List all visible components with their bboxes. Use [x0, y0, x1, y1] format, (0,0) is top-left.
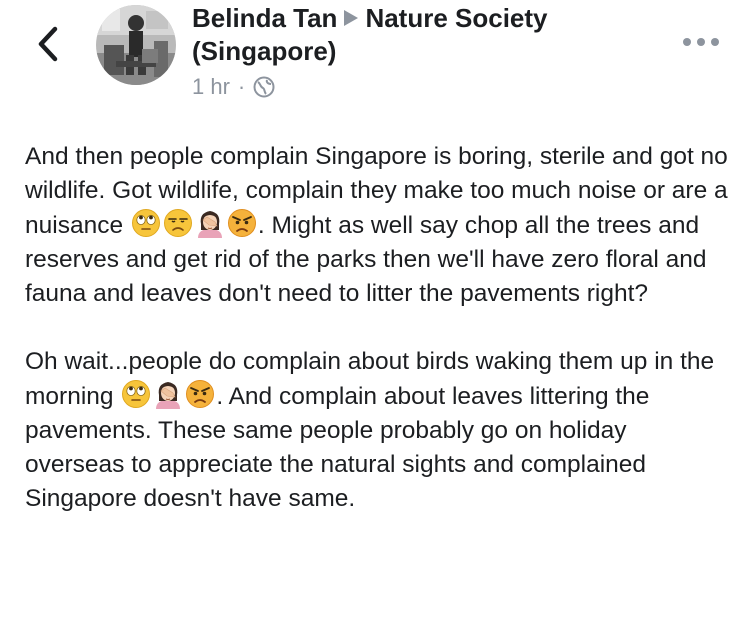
person-facepalming-icon [156, 382, 181, 409]
meta-separator: · [237, 74, 246, 99]
person-facepalming-icon [197, 211, 222, 238]
post-paragraph-2: Oh wait...people do complain about birds… [25, 345, 730, 516]
face-with-rolling-eyes-icon [131, 209, 160, 237]
post-paragraph-1: And then people complain Singapore is bo… [25, 140, 730, 311]
avatar-photo [96, 5, 176, 85]
more-dot [711, 38, 719, 46]
post-meta: 1 hr · [192, 74, 275, 100]
back-button[interactable] [30, 22, 66, 66]
chevron-left-icon [38, 26, 58, 62]
more-options-button[interactable] [683, 36, 719, 48]
face-with-rolling-eyes-icon [122, 380, 151, 408]
author-name[interactable]: Belinda Tan [192, 3, 337, 33]
post-timestamp[interactable]: 1 hr [192, 74, 230, 100]
post-author-line: Belinda Tan Nature Society (Singapore) [192, 2, 642, 68]
angry-face-icon [227, 209, 256, 237]
unamused-face-icon [163, 209, 192, 237]
more-options-icon [683, 38, 691, 46]
avatar[interactable] [96, 5, 176, 85]
globe-icon [253, 76, 275, 98]
post-header: Belinda Tan Nature Society (Singapore) 1 … [0, 0, 750, 110]
more-dot [697, 38, 705, 46]
right-triangle-icon [344, 10, 359, 27]
angry-face-icon [186, 380, 215, 408]
post-body: And then people complain Singapore is bo… [25, 140, 730, 516]
